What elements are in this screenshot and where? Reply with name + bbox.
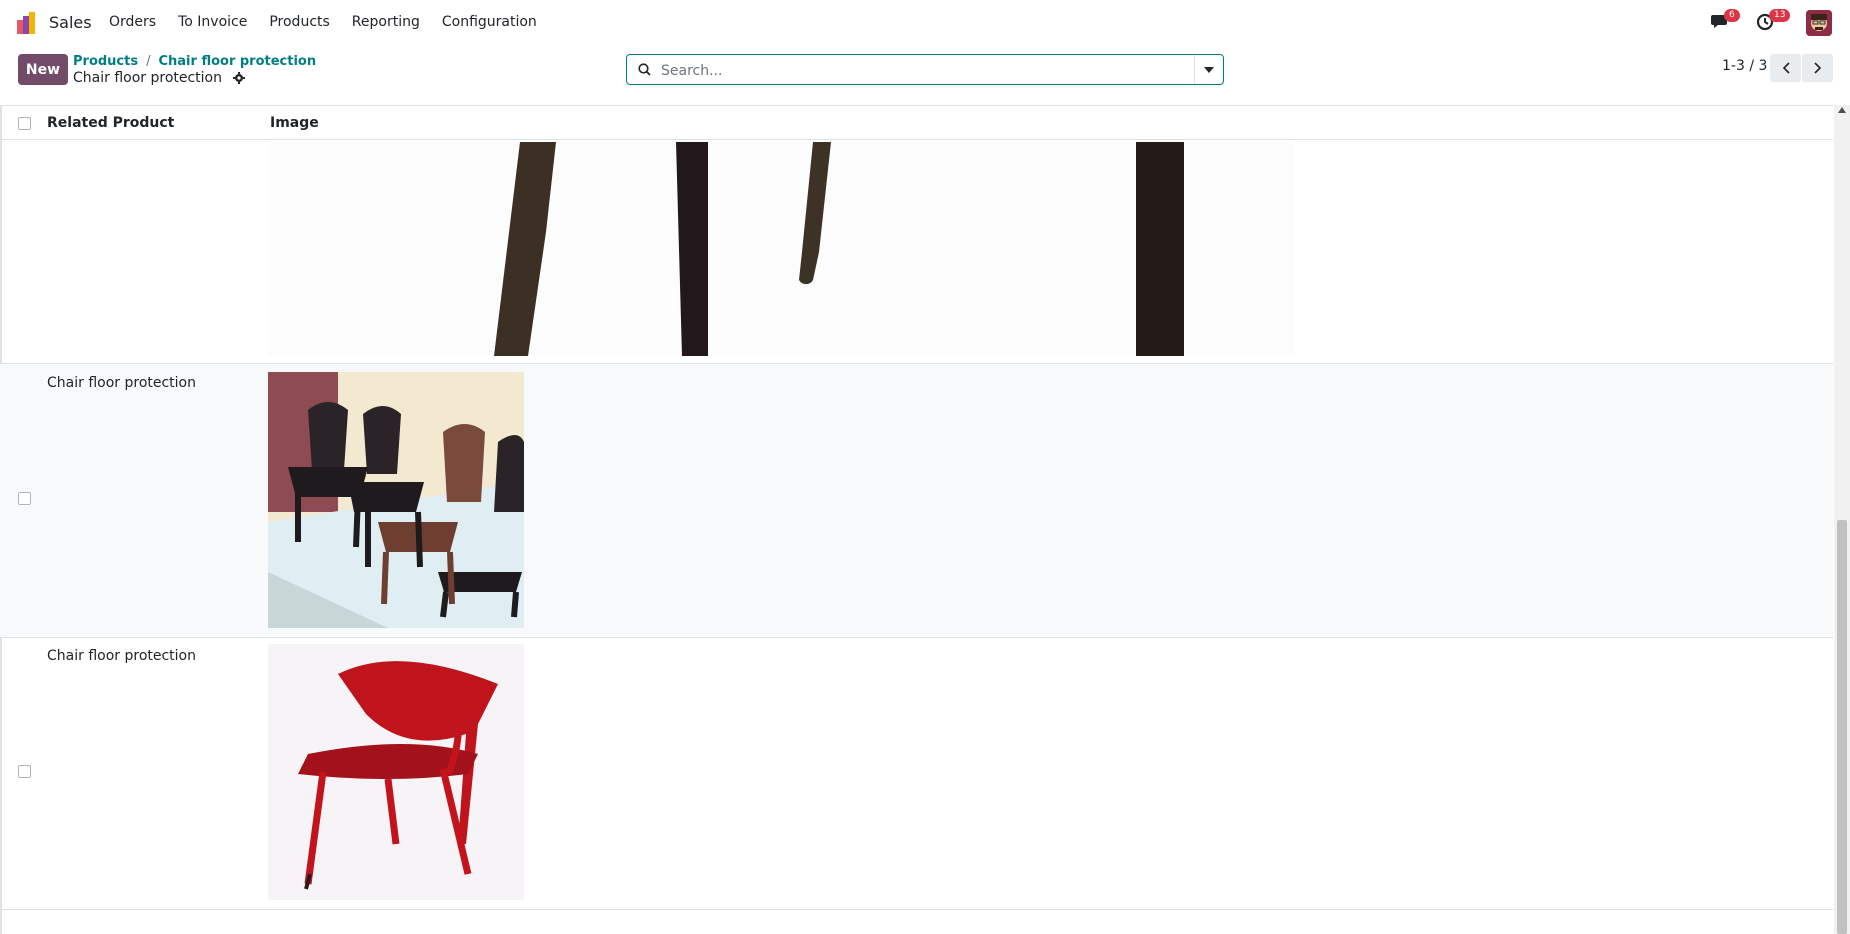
list-header: Related Product Image <box>0 105 1833 140</box>
sales-app-icon[interactable] <box>17 12 39 34</box>
pager-previous-button[interactable] <box>1770 54 1801 82</box>
menu-to-invoice[interactable]: To Invoice <box>167 14 258 30</box>
activities-badge: 13 <box>1769 9 1791 22</box>
user-avatar[interactable] <box>1806 10 1832 36</box>
search-input[interactable] <box>659 55 1193 86</box>
column-image[interactable]: Image <box>270 115 319 131</box>
pager-next-button[interactable] <box>1802 54 1833 82</box>
column-related-product[interactable]: Related Product <box>47 115 174 131</box>
table-row[interactable] <box>0 140 1833 364</box>
search-options-toggle[interactable] <box>1194 55 1223 84</box>
search-icon <box>638 63 651 76</box>
chevron-left-icon <box>1782 62 1790 74</box>
messages-badge: 6 <box>1724 9 1740 22</box>
scroll-up-icon[interactable] <box>1838 107 1846 113</box>
caret-down-icon <box>1204 66 1214 73</box>
list-scrollbar[interactable] <box>1834 105 1850 934</box>
table-row[interactable]: Chair floor protection <box>0 364 1833 638</box>
row-checkbox[interactable] <box>18 492 31 505</box>
menu-orders[interactable]: Orders <box>98 14 167 30</box>
menu-reporting[interactable]: Reporting <box>341 14 431 30</box>
breadcrumb-chair-floor-protection[interactable]: Chair floor protection <box>158 54 316 69</box>
select-all-checkbox[interactable] <box>18 117 31 130</box>
page-title-text: Chair floor protection <box>73 70 222 86</box>
chevron-right-icon <box>1813 62 1821 74</box>
menu-configuration[interactable]: Configuration <box>431 14 548 30</box>
breadcrumb: Products / Chair floor protection <box>73 54 317 69</box>
scrollbar-thumb[interactable] <box>1837 520 1847 934</box>
list-empty-space <box>0 910 1833 934</box>
table-row[interactable]: Chair floor protection <box>0 638 1833 910</box>
row-image <box>268 644 524 900</box>
top-navbar: Sales Orders To Invoice Products Reporti… <box>0 0 1850 46</box>
new-button[interactable]: New <box>18 54 68 85</box>
row-product-name: Chair floor protection <box>47 375 196 391</box>
avatar-image <box>1806 10 1832 36</box>
row-checkbox[interactable] <box>18 765 31 778</box>
chair-legs-image <box>268 142 1294 356</box>
app-name[interactable]: Sales <box>49 13 92 32</box>
activities-button[interactable]: 13 <box>1756 9 1791 33</box>
red-chair-image <box>268 644 524 900</box>
main-menu: Orders To Invoice Products Reporting Con… <box>98 14 548 30</box>
plastic-chairs-image <box>268 372 524 628</box>
gear-icon[interactable] <box>233 72 246 84</box>
messages-button[interactable]: 6 <box>1711 9 1740 33</box>
pager-value[interactable]: 1-3 / 3 <box>1722 58 1767 74</box>
row-product-name: Chair floor protection <box>47 648 196 664</box>
menu-products[interactable]: Products <box>258 14 340 30</box>
row-image <box>268 142 1294 356</box>
row-image <box>268 372 524 628</box>
breadcrumb-products[interactable]: Products <box>73 54 138 69</box>
page-title: Chair floor protection <box>73 70 246 86</box>
search-box <box>626 54 1224 86</box>
